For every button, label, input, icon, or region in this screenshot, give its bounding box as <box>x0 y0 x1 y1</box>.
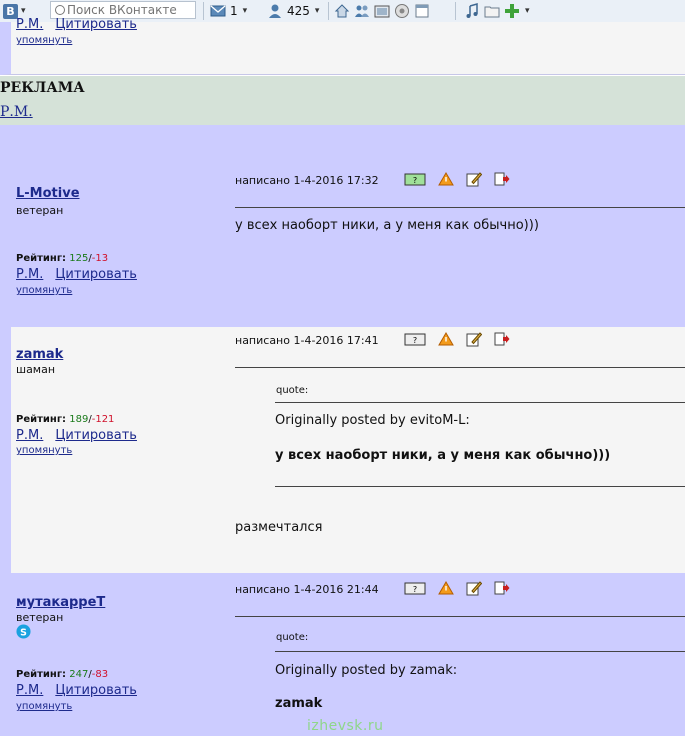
mention-link[interactable]: упомянуть <box>16 701 72 712</box>
svg-text:S: S <box>20 627 27 638</box>
quote-author: Originally posted by zamak: <box>275 663 458 678</box>
author-nick[interactable]: zamak <box>16 347 63 362</box>
profile-icon[interactable]: ? <box>404 580 426 596</box>
warning-icon[interactable] <box>438 580 454 596</box>
music-icon[interactable] <box>464 3 480 19</box>
friends-counter[interactable]: 425 ▾ <box>265 0 323 22</box>
cite-link[interactable]: Цитировать <box>55 17 137 32</box>
edit-icon[interactable] <box>466 171 482 187</box>
post-date: написано 1-4-2016 21:44 <box>235 583 379 596</box>
window-icon[interactable] <box>414 3 430 19</box>
settings-icon[interactable] <box>394 3 410 19</box>
friends-icon <box>269 4 281 18</box>
quote-text: у всех наоборт ники, а у меня как обычно… <box>275 448 611 463</box>
author-rank: ветеран <box>16 204 64 217</box>
watermark: izhevsk.ru <box>307 718 384 734</box>
people-icon[interactable] <box>354 3 370 19</box>
ad-pm-link[interactable]: Р.М. <box>0 104 33 120</box>
cite-link[interactable]: Цитировать <box>55 267 137 282</box>
author-nick[interactable]: мутакарреТ <box>16 595 105 610</box>
warning-icon[interactable] <box>438 171 454 187</box>
profile-icon[interactable]: ? <box>404 331 426 347</box>
cite-link[interactable]: Цитировать <box>55 428 137 443</box>
post-mutakarret: мутакарреТ ветеран S Рейтинг: 247/-83 Р.… <box>0 573 685 736</box>
skype-icon[interactable]: S <box>16 624 31 639</box>
chevron-down-icon[interactable]: ▾ <box>243 6 248 16</box>
reply-icon[interactable] <box>494 331 510 347</box>
post-lmotive: L-Motive ветеран Рейтинг: 125/-13 Р.М. Ци… <box>0 125 685 327</box>
post-text: размечтался <box>235 520 323 535</box>
folder-icon[interactable] <box>484 3 500 19</box>
pm-link[interactable]: Р.М. <box>16 428 43 443</box>
profile-icon[interactable]: ? <box>404 171 426 187</box>
warning-icon[interactable] <box>438 331 454 347</box>
reply-icon[interactable] <box>494 171 510 187</box>
friends-count: 425 <box>287 4 310 18</box>
author-nick[interactable]: L-Motive <box>16 186 80 201</box>
author-rating: Рейтинг: 125/-13 <box>16 253 109 264</box>
chevron-down-icon[interactable]: ▾ <box>21 6 26 16</box>
svg-text:?: ? <box>413 585 417 594</box>
ad-title: РЕКЛАМА <box>0 80 85 96</box>
post-icons: ? <box>402 171 512 187</box>
quote-label: quote: <box>276 385 309 396</box>
edit-icon[interactable] <box>466 331 482 347</box>
mention-link[interactable]: упомянуть <box>16 445 72 456</box>
pm-link[interactable]: Р.М. <box>16 267 43 282</box>
author-rating: Рейтинг: 189/-121 <box>16 414 115 425</box>
pm-link[interactable]: Р.М. <box>16 17 43 32</box>
ad-section: РЕКЛАМА Р.М. <box>0 76 685 125</box>
quote-label: quote: <box>276 632 309 643</box>
search-icon <box>55 5 65 15</box>
author-rating: Рейтинг: 247/-83 <box>16 669 109 680</box>
pm-link[interactable]: Р.М. <box>16 683 43 698</box>
photo-icon[interactable] <box>374 3 390 19</box>
messages-count: 1 <box>230 4 238 18</box>
chevron-down-icon[interactable]: ▾ <box>525 6 530 16</box>
envelope-icon <box>210 5 226 17</box>
author-rank: ветеран <box>16 611 64 624</box>
reply-icon[interactable] <box>494 580 510 596</box>
mention-link[interactable]: упомянуть <box>16 35 72 46</box>
plus-icon[interactable] <box>504 3 520 19</box>
edit-icon[interactable] <box>466 580 482 596</box>
mention-link[interactable]: упомянуть <box>16 285 72 296</box>
svg-text:?: ? <box>413 176 417 185</box>
post-date: написано 1-4-2016 17:41 <box>235 334 379 347</box>
previous-post-tail: Р.М. Цитировать упомянуть <box>0 17 685 75</box>
quote-text: zamak <box>275 696 323 711</box>
post-zamak: zamak шаман Рейтинг: 189/-121 Р.М. Цитиро… <box>0 327 685 573</box>
post-date: написано 1-4-2016 17:32 <box>235 174 379 187</box>
search-input[interactable] <box>65 2 189 18</box>
messages-counter[interactable]: 1 ▾ <box>208 0 251 22</box>
post-icons: ? <box>402 580 512 596</box>
quote-author: Originally posted by evitoM-L: <box>275 413 470 428</box>
post-text: у всех наоборт ники, а у меня как обычно… <box>235 218 539 233</box>
cite-link[interactable]: Цитировать <box>55 683 137 698</box>
post-icons: ? <box>402 331 512 347</box>
home-icon[interactable] <box>334 3 350 19</box>
chevron-down-icon[interactable]: ▾ <box>315 6 320 16</box>
svg-text:?: ? <box>413 336 417 345</box>
author-rank: шаман <box>16 363 56 376</box>
